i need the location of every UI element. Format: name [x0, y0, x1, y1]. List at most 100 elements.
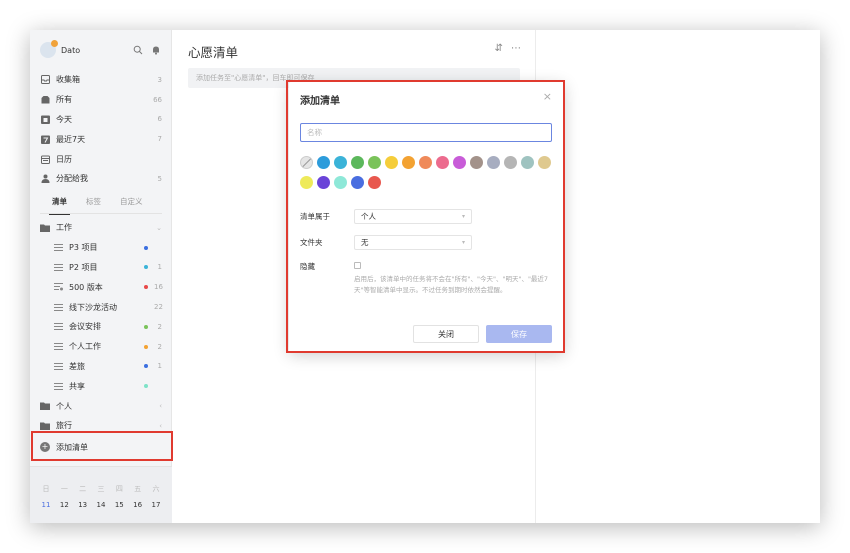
list-count: 2 [157, 342, 162, 351]
list-color-dot [144, 265, 148, 270]
nav-label: 最近7天 [56, 134, 86, 144]
nav-today[interactable]: 今天 6 [30, 110, 172, 130]
nav-inbox[interactable]: 收集箱 3 [30, 70, 172, 90]
tab-divider [40, 213, 162, 214]
assigned-icon [40, 174, 50, 184]
list-count: 22 [154, 303, 163, 312]
inbox-icon [40, 75, 50, 85]
calendar-day[interactable]: 14 [95, 501, 107, 509]
weekday: 六 [152, 485, 160, 493]
list-icon [53, 381, 63, 391]
weekday: 五 [134, 485, 142, 493]
nav-count: 6 [157, 115, 162, 124]
folder-icon [40, 401, 50, 411]
list-color-dot [144, 324, 148, 329]
today-icon [40, 114, 50, 124]
folder-work[interactable]: 工作 ⌄ [30, 218, 172, 238]
chevron-left-icon[interactable]: ‹ [159, 402, 162, 410]
more-icon[interactable]: ⋯ [511, 43, 521, 54]
nav-count: 3 [157, 75, 162, 84]
nav-next7days[interactable]: 最近7天 7 [30, 129, 172, 149]
shared-list-icon [53, 282, 63, 292]
list-count: 1 [157, 263, 162, 272]
calendar-day[interactable]: 17 [150, 501, 162, 509]
list-item[interactable]: 500 版本 16 [30, 277, 172, 297]
user-lists: 工作 ⌄ P3 项目 P2 项目 1 500 版本 16 线下沙龙活动 22 会… [30, 218, 172, 436]
calendar-days: 11 12 13 14 15 16 17 [40, 501, 162, 509]
list-color-dot [144, 384, 148, 389]
sidebar-header: Dato [40, 40, 162, 59]
list-icon [53, 361, 63, 371]
list-color-dot [144, 364, 148, 369]
weekday: 日 [42, 485, 50, 493]
next7days-icon [40, 134, 50, 144]
folder-icon [40, 223, 50, 233]
detail-panel [535, 30, 820, 523]
list-item[interactable]: P2 项目 1 [30, 258, 172, 278]
folder-label: 个人 [56, 401, 72, 411]
tab-custom[interactable]: 自定义 [120, 196, 143, 210]
list-item[interactable]: 个人工作 2 [30, 337, 172, 357]
highlight-box [286, 80, 565, 353]
list-label: P2 项目 [69, 262, 98, 272]
sidebar-tabs: 清单 标签 自定义 [49, 196, 162, 215]
nav-assigned[interactable]: 分配给我 5 [30, 169, 172, 189]
weekday: 三 [97, 485, 105, 493]
list-icon [53, 322, 63, 332]
folder-label: 旅行 [56, 421, 72, 431]
calendar-day[interactable]: 16 [132, 501, 144, 509]
list-label: 共享 [69, 381, 85, 391]
list-item[interactable]: P3 项目 [30, 238, 172, 258]
chevron-down-icon[interactable]: ⌄ [156, 224, 162, 232]
nav-label: 日历 [56, 154, 72, 164]
list-item[interactable]: 差旅 1 [30, 357, 172, 377]
list-item[interactable]: 共享 [30, 376, 172, 396]
list-item[interactable]: 会议安排 2 [30, 317, 172, 337]
bell-icon[interactable] [150, 44, 162, 56]
nav-label: 分配给我 [56, 174, 88, 184]
all-icon [40, 95, 50, 105]
list-color-dot [144, 344, 148, 349]
page-title: 心愿清单 [188, 45, 239, 60]
nav-label: 收集箱 [56, 75, 80, 85]
smart-lists: 收集箱 3 所有 66 今天 6 最近7天 7 日历 分配给我 5 [30, 70, 172, 189]
calendar-weekdays: 日 一 二 三 四 五 六 [40, 484, 162, 494]
list-icon [53, 262, 63, 272]
folder-label: 工作 [56, 223, 72, 233]
search-icon[interactable] [132, 44, 144, 56]
nav-count: 5 [157, 174, 162, 183]
nav-count: 66 [153, 95, 162, 104]
tab-lists[interactable]: 清单 [49, 196, 70, 215]
list-label: P3 项目 [69, 243, 98, 253]
list-count: 1 [157, 362, 162, 371]
list-color-dot [144, 285, 148, 290]
nav-count: 7 [157, 135, 162, 144]
calendar-day[interactable]: 12 [58, 501, 70, 509]
calendar-icon [40, 154, 50, 164]
list-label: 差旅 [69, 361, 85, 371]
folder-personal[interactable]: 个人 ‹ [30, 396, 172, 416]
list-icon [53, 302, 63, 312]
tab-tags[interactable]: 标签 [86, 196, 101, 210]
list-label: 会议安排 [69, 322, 101, 332]
list-item[interactable]: 线下沙龙活动 22 [30, 297, 172, 317]
sort-icon[interactable]: ⇵ [495, 43, 503, 54]
weekday: 四 [115, 485, 123, 493]
calendar-day[interactable]: 13 [77, 501, 89, 509]
list-icon [53, 243, 63, 253]
nav-label: 所有 [56, 95, 72, 105]
list-label: 500 版本 [69, 282, 103, 292]
nav-calendar[interactable]: 日历 [30, 149, 172, 169]
list-count: 16 [154, 283, 163, 292]
user-name: Dato [61, 45, 81, 55]
avatar[interactable] [40, 40, 58, 58]
calendar-day[interactable]: 15 [113, 501, 125, 509]
folder-icon [40, 421, 50, 431]
calendar-day[interactable]: 11 [40, 501, 52, 509]
nav-all[interactable]: 所有 66 [30, 90, 172, 110]
list-label: 线下沙龙活动 [69, 302, 117, 312]
chevron-left-icon[interactable]: ‹ [159, 422, 162, 430]
weekday: 二 [79, 485, 87, 493]
highlight-box [31, 431, 173, 461]
nav-label: 今天 [56, 114, 72, 124]
